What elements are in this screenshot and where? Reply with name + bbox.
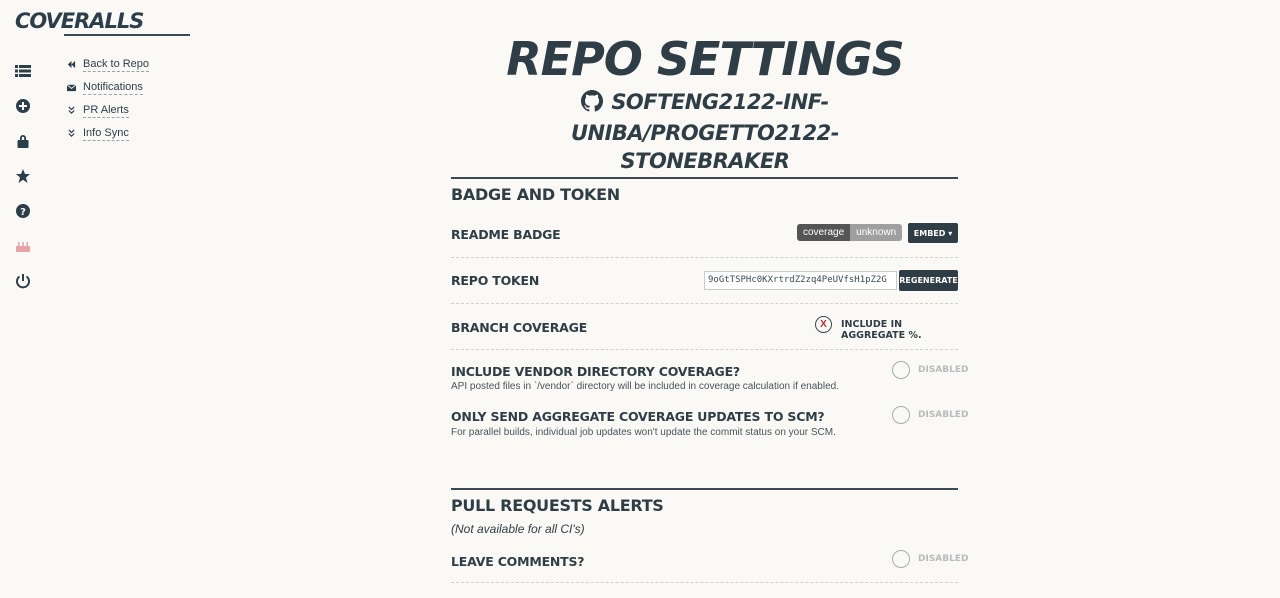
leave-comments-label: LEAVE COMMENTS? — [451, 554, 585, 569]
repo-name: SOFTENG2122-INF-UNIBA/PROGETTO2122- STON… — [482, 88, 928, 175]
coverage-badge: coverage unknown — [797, 224, 903, 241]
svg-text:?: ? — [20, 207, 26, 218]
repo-name-line2: STONEBRAKER — [620, 149, 790, 173]
double-chevron-down-icon — [67, 129, 83, 138]
branch-coverage-toggle[interactable]: X — [815, 316, 832, 333]
include-aggregate-label: INCLUDE IN AGGREGATE %. — [841, 319, 922, 341]
leave-comments-row: LEAVE COMMENTS? DISABLED — [451, 540, 968, 583]
embed-button[interactable]: EMBED ▾ — [908, 223, 958, 243]
section-divider — [451, 177, 958, 179]
pull-requests-section-header: PULL REQUESTS ALERTS (Not available for … — [451, 488, 958, 536]
help-icon[interactable]: ? — [12, 200, 34, 222]
subnav-label: PR Alerts — [83, 103, 129, 118]
vendor-coverage-toggle[interactable] — [892, 361, 910, 379]
vendor-coverage-row: INCLUDE VENDOR DIRECTORY COVERAGE? API p… — [451, 350, 968, 398]
repo-token-field[interactable]: 9oGtTSPHc0KXrtrdZ2zq4PeUVfsH1pZ2G — [704, 271, 897, 290]
repo-token-label: REPO TOKEN — [451, 273, 540, 288]
aggregate-updates-label: ONLY SEND AGGREGATE COVERAGE UPDATES TO … — [451, 409, 825, 424]
section-title: BADGE AND TOKEN — [451, 185, 620, 204]
coveralls-logo[interactable]: COVERALLS — [15, 9, 144, 33]
power-icon[interactable] — [12, 270, 34, 292]
double-chevron-down-icon — [67, 106, 83, 115]
pull-requests-note: (Not available for all CI's) — [451, 522, 585, 536]
branch-coverage-row: BRANCH COVERAGE X INCLUDE IN AGGREGATE %… — [451, 304, 958, 350]
badge-left-text: coverage — [797, 224, 851, 241]
icon-rail: ? — [12, 60, 34, 305]
cake-icon[interactable] — [12, 235, 34, 257]
section-divider — [451, 488, 958, 490]
aggregate-updates-description: For parallel builds, individual job upda… — [451, 427, 836, 438]
regenerate-button[interactable]: REGENERATE — [899, 270, 958, 291]
branch-coverage-label: BRANCH COVERAGE — [451, 320, 588, 335]
subnav-pr-alerts[interactable]: PR Alerts — [67, 99, 149, 122]
badge-token-section-header: BADGE AND TOKEN — [451, 177, 958, 204]
leave-comments-status: DISABLED — [918, 554, 969, 564]
aggregate-updates-row: ONLY SEND AGGREGATE COVERAGE UPDATES TO … — [451, 396, 968, 444]
badge-right-text: unknown — [850, 224, 903, 241]
subnav-label: Info Sync — [83, 126, 129, 141]
star-icon[interactable] — [12, 165, 34, 187]
page-title: REPO SETTINGS — [506, 32, 905, 86]
repo-name-line1: SOFTENG2122-INF-UNIBA/PROGETTO2122- — [570, 90, 840, 145]
vendor-coverage-status: DISABLED — [918, 365, 969, 375]
leave-comments-toggle[interactable] — [892, 550, 910, 568]
aggregate-updates-toggle[interactable] — [892, 406, 910, 424]
github-icon — [581, 90, 604, 119]
readme-badge-label: README BADGE — [451, 227, 561, 242]
vendor-coverage-description: API posted files in `/vendor` directory … — [451, 381, 839, 392]
vendor-coverage-label: INCLUDE VENDOR DIRECTORY COVERAGE? — [451, 364, 740, 379]
add-circle-icon[interactable] — [12, 95, 34, 117]
readme-badge-row: README BADGE coverage unknown EMBED ▾ — [451, 212, 958, 258]
aggregate-updates-status: DISABLED — [918, 410, 969, 420]
subnav-info-sync[interactable]: Info Sync — [67, 122, 149, 145]
repo-token-row: REPO TOKEN 9oGtTSPHc0KXrtrdZ2zq4PeUVfsH1… — [451, 258, 958, 304]
section-title: PULL REQUESTS ALERTS — [451, 496, 664, 515]
lock-icon[interactable] — [12, 130, 34, 152]
